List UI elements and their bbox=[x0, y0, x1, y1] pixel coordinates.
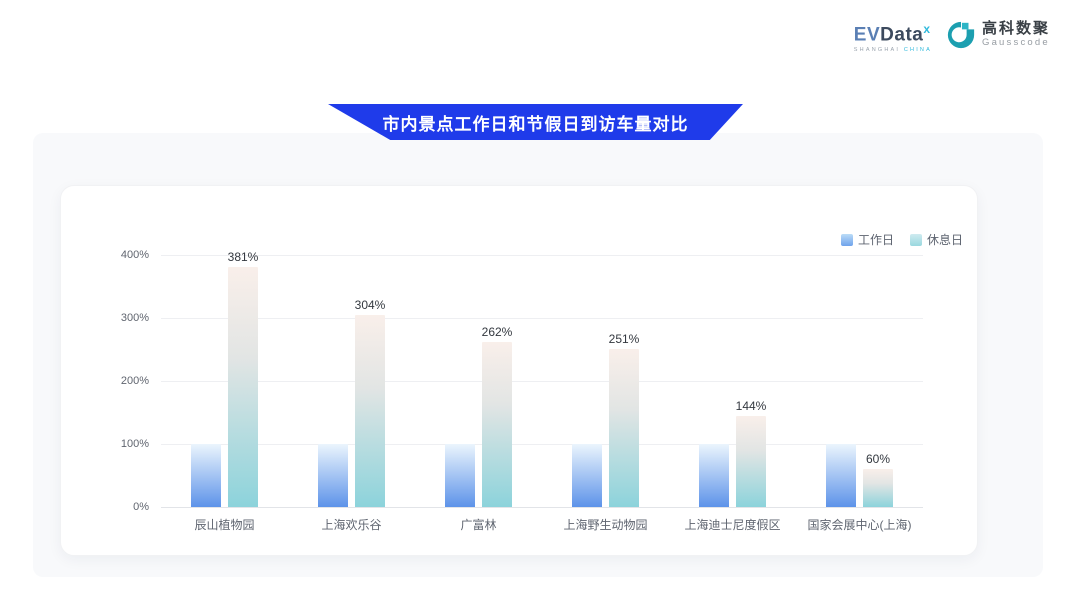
x-axis-category-label: 国家会展中心(上海) bbox=[796, 516, 923, 533]
y-axis-tick-label: 200% bbox=[103, 375, 149, 387]
y-axis-tick-label: 300% bbox=[103, 312, 149, 324]
bar-workday bbox=[699, 444, 729, 507]
gausscode-en: Gausscode bbox=[982, 37, 1050, 49]
gausscode-g-icon bbox=[946, 20, 976, 50]
bar-restday: 304% bbox=[355, 315, 385, 507]
category-group: 381%辰山植物园 bbox=[161, 255, 288, 507]
page: EVDatax SHANGHAI CHINA 高科数聚 Gausscode 市内… bbox=[0, 0, 1080, 608]
category-group: 60%国家会展中心(上海) bbox=[796, 255, 923, 507]
category-group: 144%上海迪士尼度假区 bbox=[669, 255, 796, 507]
evdata-wordmark: EVDatax bbox=[854, 24, 932, 45]
x-axis-category-label: 辰山植物园 bbox=[161, 516, 288, 533]
evdata-x-mark: x bbox=[923, 22, 930, 36]
gridline-0% bbox=[161, 507, 923, 508]
y-axis-tick-label: 100% bbox=[103, 438, 149, 450]
y-axis-tick-label: 400% bbox=[103, 249, 149, 261]
x-axis-category-label: 上海欢乐谷 bbox=[288, 516, 415, 533]
legend-item-workday[interactable]: 工作日 bbox=[841, 231, 894, 248]
bar-chart-plot: 0%100%200%300%400%381%辰山植物园304%上海欢乐谷262%… bbox=[161, 255, 923, 507]
bar-workday bbox=[191, 444, 221, 507]
data-label: 304% bbox=[355, 298, 386, 312]
data-label: 60% bbox=[866, 452, 890, 466]
x-axis-category-label: 上海迪士尼度假区 bbox=[669, 516, 796, 533]
chart-card: 工作日休息日 0%100%200%300%400%381%辰山植物园304%上海… bbox=[60, 185, 978, 556]
data-label: 251% bbox=[609, 332, 640, 346]
bar-workday bbox=[572, 444, 602, 507]
data-label: 144% bbox=[736, 399, 767, 413]
header-logos: EVDatax SHANGHAI CHINA 高科数聚 Gausscode bbox=[854, 20, 1050, 53]
chart-legend: 工作日 休息日 bbox=[841, 231, 963, 248]
legend-label: 休息日 bbox=[927, 231, 963, 248]
gausscode-text: 高科数聚 Gausscode bbox=[982, 21, 1050, 49]
evdata-subtext: SHANGHAI CHINA bbox=[854, 47, 932, 53]
bar-restday: 262% bbox=[482, 342, 512, 507]
y-axis-tick-label: 0% bbox=[103, 501, 149, 513]
bar-groups: 381%辰山植物园304%上海欢乐谷262%广富林251%上海野生动物园144%… bbox=[161, 255, 923, 507]
title-banner: 市内景点工作日和节假日到访车量对比 bbox=[328, 104, 743, 140]
legend-item-restday[interactable]: 休息日 bbox=[910, 231, 963, 248]
legend-label: 工作日 bbox=[858, 231, 894, 248]
evdata-logo: EVDatax SHANGHAI CHINA bbox=[854, 20, 932, 53]
bar-restday: 60% bbox=[863, 469, 893, 507]
category-group: 251%上海野生动物园 bbox=[542, 255, 669, 507]
gausscode-cn: 高科数聚 bbox=[982, 21, 1050, 37]
bar-workday bbox=[318, 444, 348, 507]
category-group: 304%上海欢乐谷 bbox=[288, 255, 415, 507]
bar-workday bbox=[445, 444, 475, 507]
bar-restday: 381% bbox=[228, 267, 258, 507]
bar-restday: 251% bbox=[609, 349, 639, 507]
data-label: 262% bbox=[482, 325, 513, 339]
bar-restday: 144% bbox=[736, 416, 766, 507]
category-group: 262%广富林 bbox=[415, 255, 542, 507]
bar-workday bbox=[826, 444, 856, 507]
legend-swatch bbox=[910, 234, 922, 246]
x-axis-category-label: 上海野生动物园 bbox=[542, 516, 669, 533]
x-axis-category-label: 广富林 bbox=[415, 516, 542, 533]
gausscode-logo: 高科数聚 Gausscode bbox=[946, 20, 1050, 50]
legend-swatch bbox=[841, 234, 853, 246]
data-label: 381% bbox=[228, 250, 259, 264]
page-title: 市内景点工作日和节假日到访车量对比 bbox=[383, 110, 689, 135]
